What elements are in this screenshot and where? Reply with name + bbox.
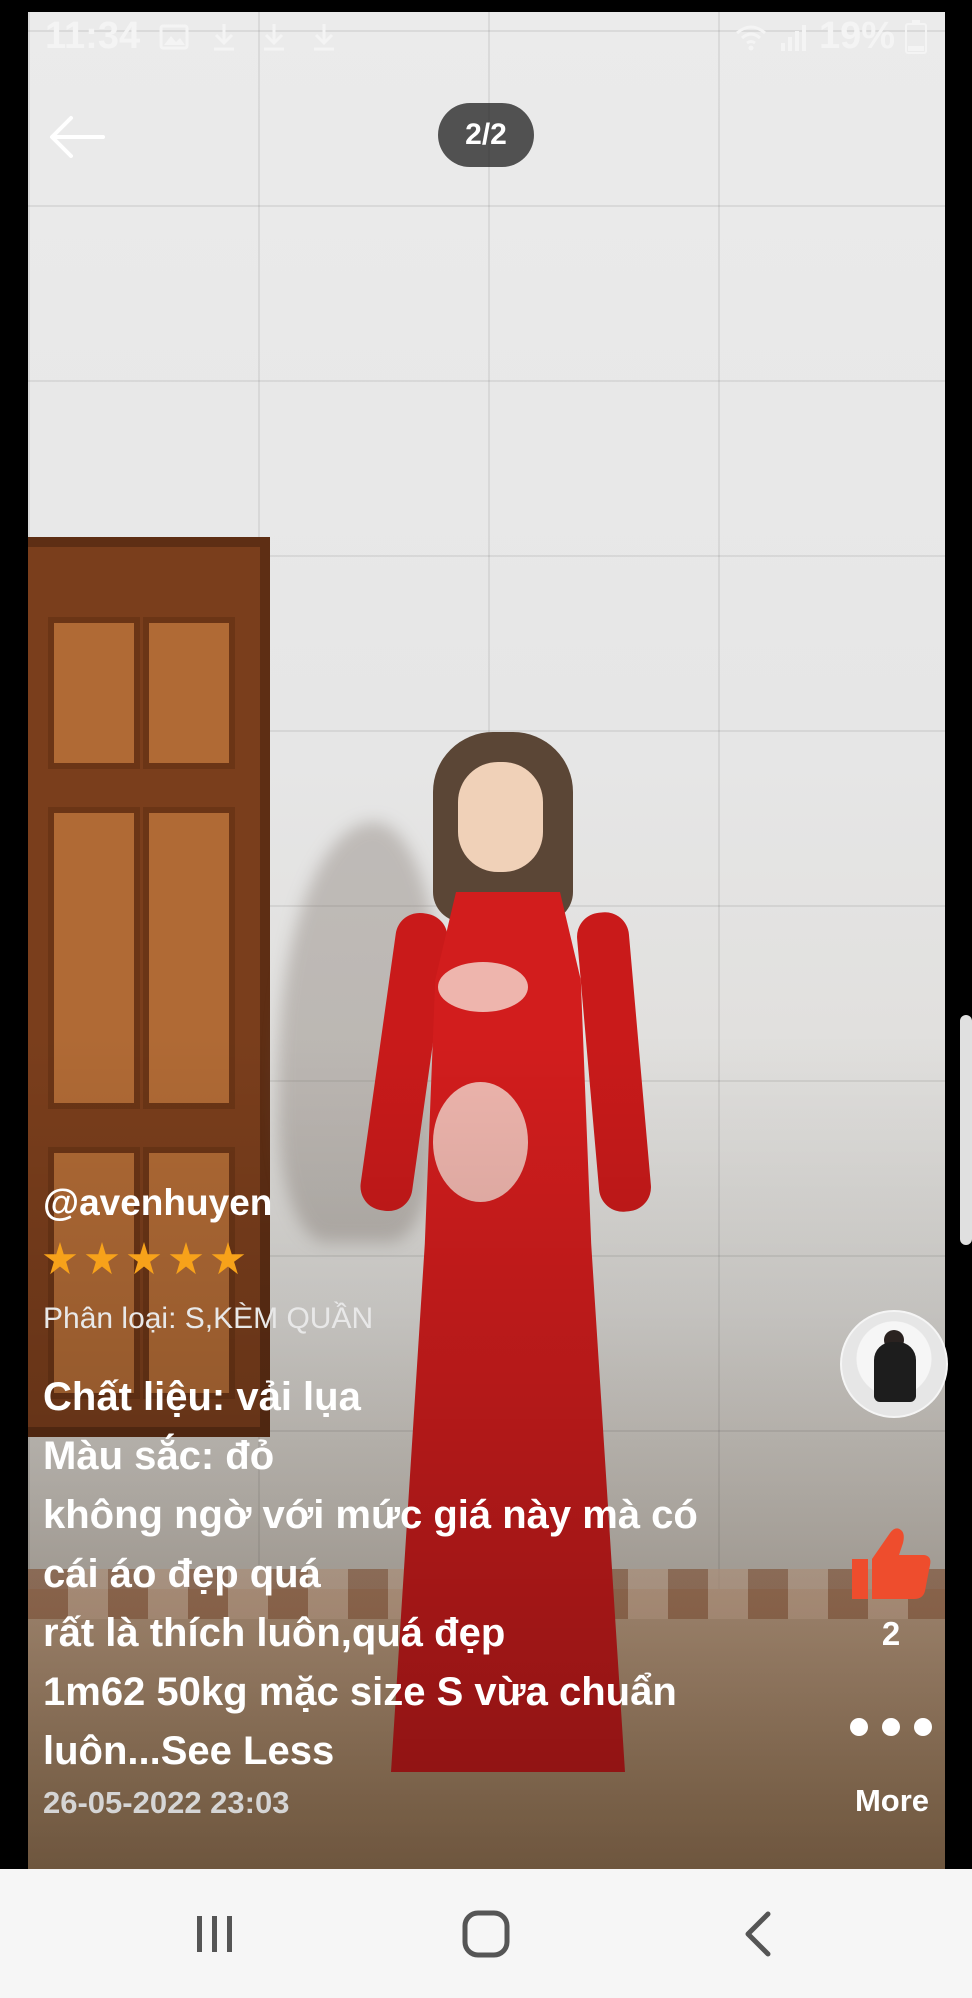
back-arrow-icon[interactable] [45,105,109,169]
product-thumbnail[interactable] [840,1310,948,1418]
more-dots-icon[interactable] [850,1718,932,1736]
review-date: 26-05-2022 23:03 [43,1785,290,1820]
star-icon [127,1242,161,1275]
home-icon [462,1910,510,1957]
review-line: rất là thích luôn,quá đẹp [43,1611,506,1655]
review-line-see-less[interactable]: luôn...See Less [43,1722,703,1781]
star-icon [169,1242,203,1275]
product-variant: Phân loại: S,KÈM QUẦN [43,1302,374,1335]
chevron-left-icon [745,1911,771,1956]
status-time: 11:34 [45,15,141,57]
star-rating [43,1242,245,1276]
review-text[interactable]: Chất liệu: vải lụa Màu sắc: đỏ không ngờ… [43,1368,703,1781]
review-line: cái áo đẹp quá [43,1552,321,1596]
reviewer-username[interactable]: @avenhuyen [43,1182,272,1224]
signal-icon [780,24,806,51]
edge-panel-handle[interactable] [960,1015,972,1245]
review-line: Màu sắc: đỏ [43,1434,275,1478]
status-bar: 11:34 19% [45,14,927,59]
star-icon [211,1242,245,1275]
back-button[interactable] [698,1869,818,1998]
review-line: không ngờ với mức giá này mà có [43,1493,698,1537]
thumbs-up-icon[interactable] [850,1525,932,1601]
review-line: 1m62 50kg mặc size S vừa chuẩn [43,1670,677,1714]
home-button[interactable] [426,1869,546,1998]
review-line: Chất liệu: vải lụa [43,1375,361,1419]
image-counter: 2/2 [438,103,534,167]
recent-apps-button[interactable] [155,1869,275,1998]
more-button[interactable]: More [840,1783,944,1819]
recent-apps-icon [197,1915,232,1952]
image-icon [159,24,189,49]
download-icon [264,23,285,50]
star-icon [85,1242,119,1275]
download-icon [314,23,335,50]
battery-icon [905,19,927,54]
download-icon [214,23,235,50]
system-navigation-bar [0,1869,972,1998]
star-icon [43,1242,77,1275]
battery-percentage: 19% [818,15,895,57]
wifi-icon [735,25,766,50]
like-count: 2 [881,1615,901,1652]
